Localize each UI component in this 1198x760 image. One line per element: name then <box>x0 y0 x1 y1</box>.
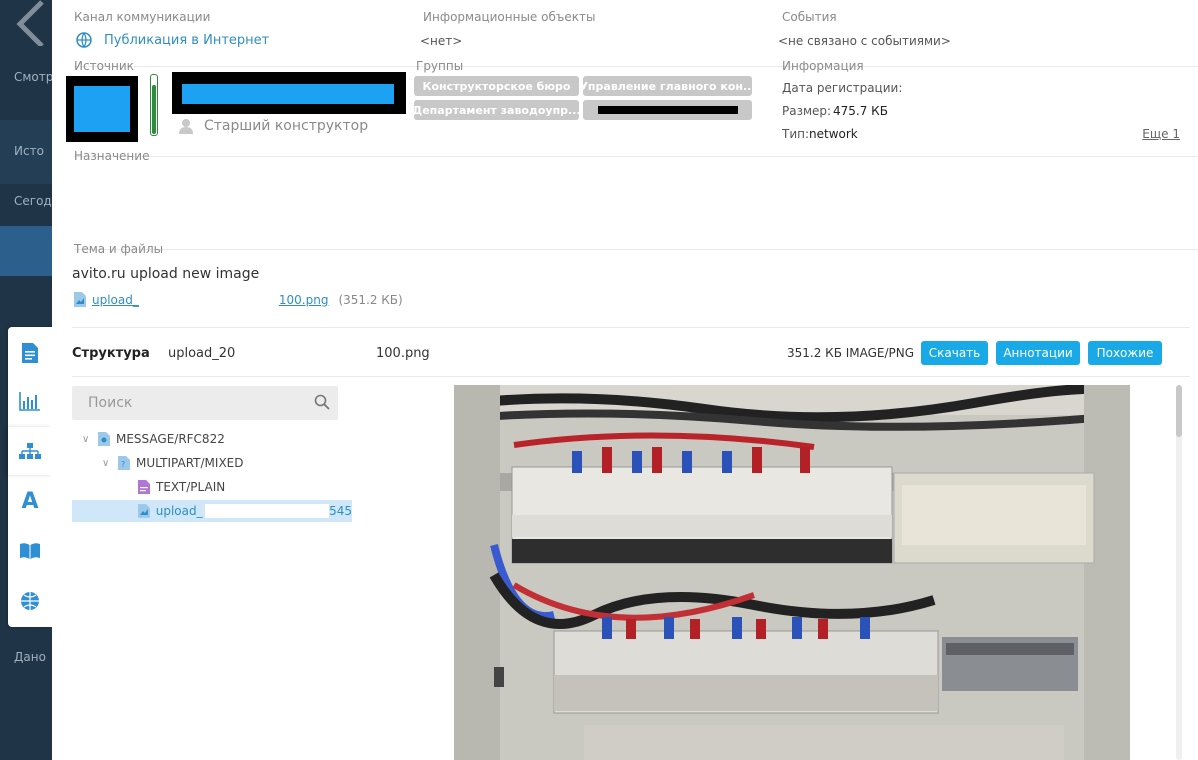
search-box <box>72 386 338 420</box>
source-label: Источник <box>74 59 134 73</box>
structure-title: Структура <box>72 346 150 361</box>
globe-icon <box>21 592 39 610</box>
groups-label: Группы <box>416 59 464 73</box>
text-file-icon <box>138 480 150 494</box>
tool-globe[interactable] <box>8 577 52 625</box>
letter-a-icon: A <box>21 488 39 514</box>
person-icon <box>179 119 193 134</box>
channel-text[interactable]: Публикация в Интернет <box>104 33 269 48</box>
hierarchy-icon <box>19 443 41 459</box>
tool-palette: A <box>8 327 52 627</box>
attachment-name-end[interactable]: 100.png <box>279 293 329 307</box>
structure-file-name-start: upload_20 <box>168 346 236 361</box>
type-label: Тип: <box>782 127 810 141</box>
search-input[interactable] <box>72 386 292 420</box>
tree-node-selected[interactable]: upload_ 545 <box>72 500 352 522</box>
divider <box>74 66 1198 67</box>
tool-structure[interactable] <box>8 427 52 475</box>
annotations-button[interactable]: Аннотации <box>996 341 1080 365</box>
tree-node-suffix[interactable]: 545 <box>329 504 352 518</box>
sidebar-active-item[interactable] <box>0 226 52 276</box>
tree-node-label[interactable]: MESSAGE/RFC822 <box>116 432 225 446</box>
divider <box>72 327 1190 328</box>
attachment-name-start[interactable]: upload_ <box>92 293 139 307</box>
message-file-icon <box>98 432 110 446</box>
redacted-block <box>204 504 330 518</box>
attachment-link[interactable]: upload_ 100.png (351.2 КБ) <box>74 292 403 307</box>
vertical-scrollbar[interactable] <box>1176 385 1182 760</box>
group-chip[interactable]: Департамент заводоупр... <box>414 100 579 120</box>
download-button[interactable]: Скачать <box>921 341 988 365</box>
main-panel: Канал коммуникации Публикация в Интернет… <box>52 0 1198 760</box>
purpose-label: Назначение <box>74 149 150 163</box>
divider <box>72 376 1190 377</box>
tool-text[interactable]: A <box>8 477 52 525</box>
channel-label: Канал коммуникации <box>74 10 211 24</box>
globe-icon <box>76 32 92 48</box>
group-chip-redacted[interactable] <box>583 100 752 120</box>
events-label: События <box>782 10 837 24</box>
book-icon <box>20 543 40 559</box>
status-level-bar <box>150 74 158 136</box>
group-chip[interactable]: Конструкторское бюро <box>414 76 579 96</box>
multipart-file-icon: ? <box>118 456 130 470</box>
type-value: network <box>809 127 858 141</box>
chevron-down-icon[interactable]: ∨ <box>102 458 114 469</box>
back-arrow-icon[interactable] <box>2 0 46 46</box>
tree-node[interactable]: TEXT/PLAIN <box>122 476 225 498</box>
info-objects-label: Информационные объекты <box>423 10 596 24</box>
tree-node-label[interactable]: MULTIPART/MIXED <box>136 456 244 470</box>
document-icon <box>22 343 38 363</box>
information-label: Информация <box>782 59 864 73</box>
subject-text: avito.ru upload new image <box>72 266 260 282</box>
structure-file-name-end: 100.png <box>376 346 430 361</box>
more-link[interactable]: Еще 1 <box>1142 127 1180 141</box>
chevron-down-icon[interactable]: ∨ <box>82 434 94 445</box>
sidebar-item-today[interactable]: Сегод <box>14 194 52 208</box>
tree-node[interactable]: ∨ MESSAGE/RFC822 <box>82 428 225 450</box>
bar-chart-icon <box>19 392 40 411</box>
redacted-name <box>172 72 406 114</box>
image-preview[interactable] <box>454 385 1130 760</box>
search-icon[interactable] <box>314 394 330 410</box>
attachment-size: (351.2 КБ) <box>338 292 403 307</box>
tree-node[interactable]: ∨ ? MULTIPART/MIXED <box>102 452 244 474</box>
svg-text:?: ? <box>121 460 125 469</box>
topic-label: Тема и файлы <box>74 242 164 256</box>
source-role: Старший конструктор <box>178 118 368 134</box>
image-file-icon <box>74 292 86 307</box>
tree-node-label[interactable]: upload_ <box>156 504 203 518</box>
image-file-icon <box>137 504 150 518</box>
channel-value[interactable]: Публикация в Интернет <box>76 32 269 48</box>
events-value: <не связано с событиями> <box>778 34 951 48</box>
electrical-panel-image <box>454 385 1130 760</box>
tree-node-label[interactable]: TEXT/PLAIN <box>156 480 225 494</box>
divider <box>74 156 1198 157</box>
sidebar-item-view[interactable]: Смотр <box>14 70 52 84</box>
avatar[interactable] <box>66 76 138 142</box>
tool-dictionary[interactable] <box>8 527 52 575</box>
tool-document[interactable] <box>8 329 52 377</box>
similar-button[interactable]: Похожие <box>1088 341 1162 365</box>
tool-chart[interactable] <box>8 377 52 425</box>
size-label: Размер: <box>782 104 832 118</box>
size-value: 475.7 КБ <box>833 104 888 118</box>
structure-size-type: 351.2 КБ IMAGE/PNG <box>787 346 915 360</box>
role-text: Старший конструктор <box>204 118 369 134</box>
info-objects-value: <нет> <box>420 34 463 48</box>
divider <box>74 249 1198 250</box>
group-chip[interactable]: Управление главного кон... <box>583 76 752 96</box>
reg-date-label: Дата регистрации: <box>782 81 903 95</box>
sidebar-item-data[interactable]: Дано <box>14 650 46 664</box>
sidebar-item-history[interactable]: Исто <box>14 144 44 158</box>
